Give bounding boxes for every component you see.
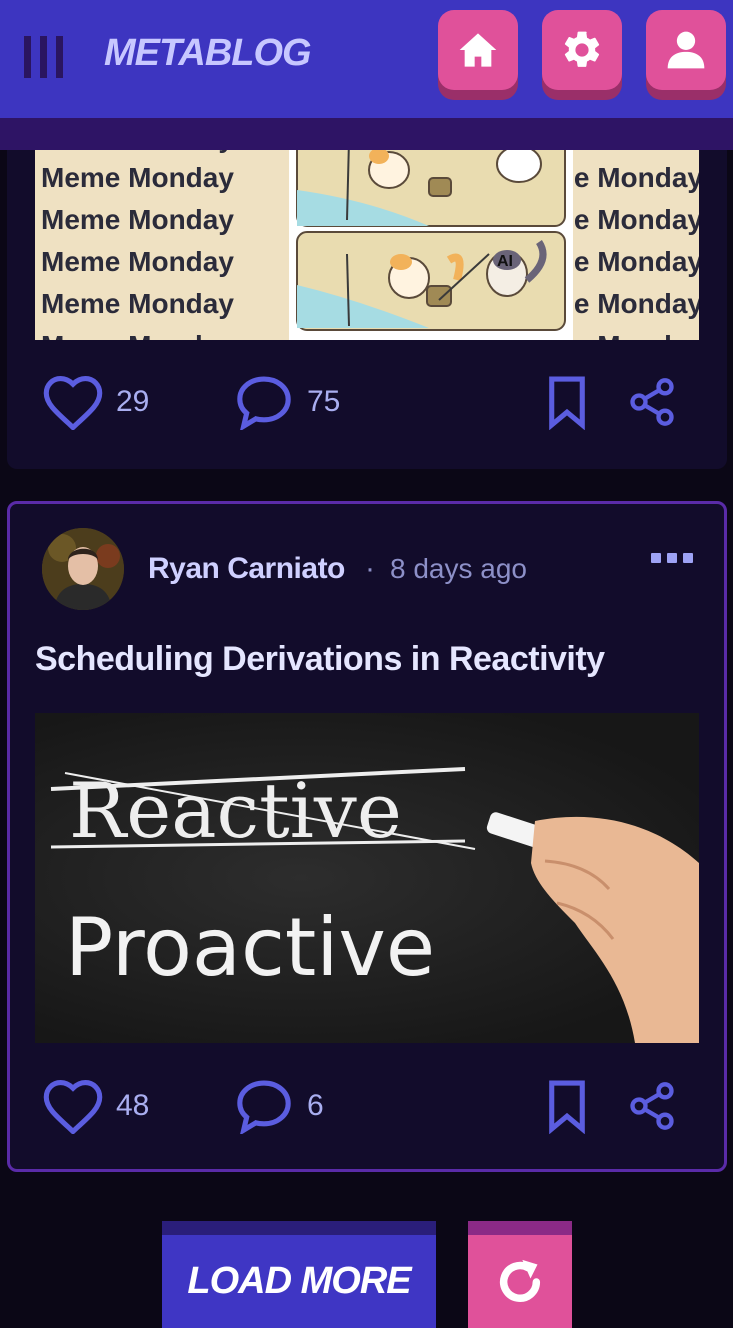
meme-text: Meme Monday xyxy=(41,288,234,319)
post-image[interactable]: Reactive Proactive xyxy=(35,713,699,1043)
chalkboard-illustration: Reactive Proactive xyxy=(50,766,699,1043)
chalk-word: Proactive xyxy=(65,901,435,994)
meme-comic: AI xyxy=(289,150,573,340)
home-button[interactable] xyxy=(438,10,518,90)
header-underline xyxy=(0,118,733,150)
meme-ai-badge: AI xyxy=(497,253,513,270)
comment-icon xyxy=(237,1080,291,1134)
author-name[interactable]: Ryan Carniato xyxy=(148,552,345,586)
meme-pattern-left: Meme Monday Meme Monday Meme Monday Meme… xyxy=(35,150,289,340)
like-button[interactable]: 48 xyxy=(42,1076,149,1136)
bookmark-icon xyxy=(549,1080,585,1134)
meme-text: Meme Monday xyxy=(41,246,234,277)
comment-button[interactable]: 75 xyxy=(233,372,340,432)
bookmark-button[interactable] xyxy=(544,374,590,430)
meme-text: Meme Monday xyxy=(41,162,234,193)
post-actions: 29 75 xyxy=(0,372,733,432)
comment-count: 6 xyxy=(307,1089,324,1122)
share-button[interactable] xyxy=(626,374,678,430)
refresh-icon xyxy=(499,1259,541,1302)
meta-separator: · xyxy=(365,552,375,585)
comic-illustration: AI xyxy=(296,150,566,331)
app-header: METABLOG xyxy=(0,0,733,118)
profile-button[interactable] xyxy=(646,10,726,90)
post-time: 8 days ago xyxy=(390,553,527,584)
post-actions: 48 6 xyxy=(0,1076,733,1136)
comment-count: 75 xyxy=(307,385,341,418)
home-icon xyxy=(459,33,497,67)
heart-icon xyxy=(43,376,103,430)
bookmark-button[interactable] xyxy=(544,1078,590,1134)
like-count: 48 xyxy=(116,1089,150,1122)
like-count: 29 xyxy=(116,385,150,418)
like-button[interactable]: 29 xyxy=(42,372,149,432)
share-icon xyxy=(630,378,674,426)
share-icon xyxy=(630,1082,674,1130)
share-button[interactable] xyxy=(626,1078,678,1134)
avatar[interactable] xyxy=(42,528,124,610)
comment-icon xyxy=(237,376,291,430)
post-title[interactable]: Scheduling Derivations in Reactivity xyxy=(35,640,605,679)
avatar-photo xyxy=(42,528,124,610)
menu-icon[interactable] xyxy=(24,36,72,78)
settings-button[interactable] xyxy=(542,10,622,90)
bookmark-icon xyxy=(549,376,585,430)
load-more-button[interactable]: LOAD MORE xyxy=(162,1221,436,1328)
more-options-icon[interactable] xyxy=(648,546,696,570)
comment-button[interactable]: 6 xyxy=(233,1076,324,1136)
brand-logo[interactable]: METABLOG xyxy=(104,32,312,75)
gear-icon xyxy=(564,31,600,67)
user-icon xyxy=(667,31,705,69)
refresh-button[interactable] xyxy=(468,1221,572,1328)
meme-text: Meme Monday xyxy=(41,330,234,340)
post-image[interactable]: Meme Monday Meme Monday Meme Monday Meme… xyxy=(35,150,699,340)
meme-text: Meme Monday xyxy=(41,204,234,235)
heart-icon xyxy=(43,1080,103,1134)
meme-text: Meme Monday xyxy=(41,150,234,154)
